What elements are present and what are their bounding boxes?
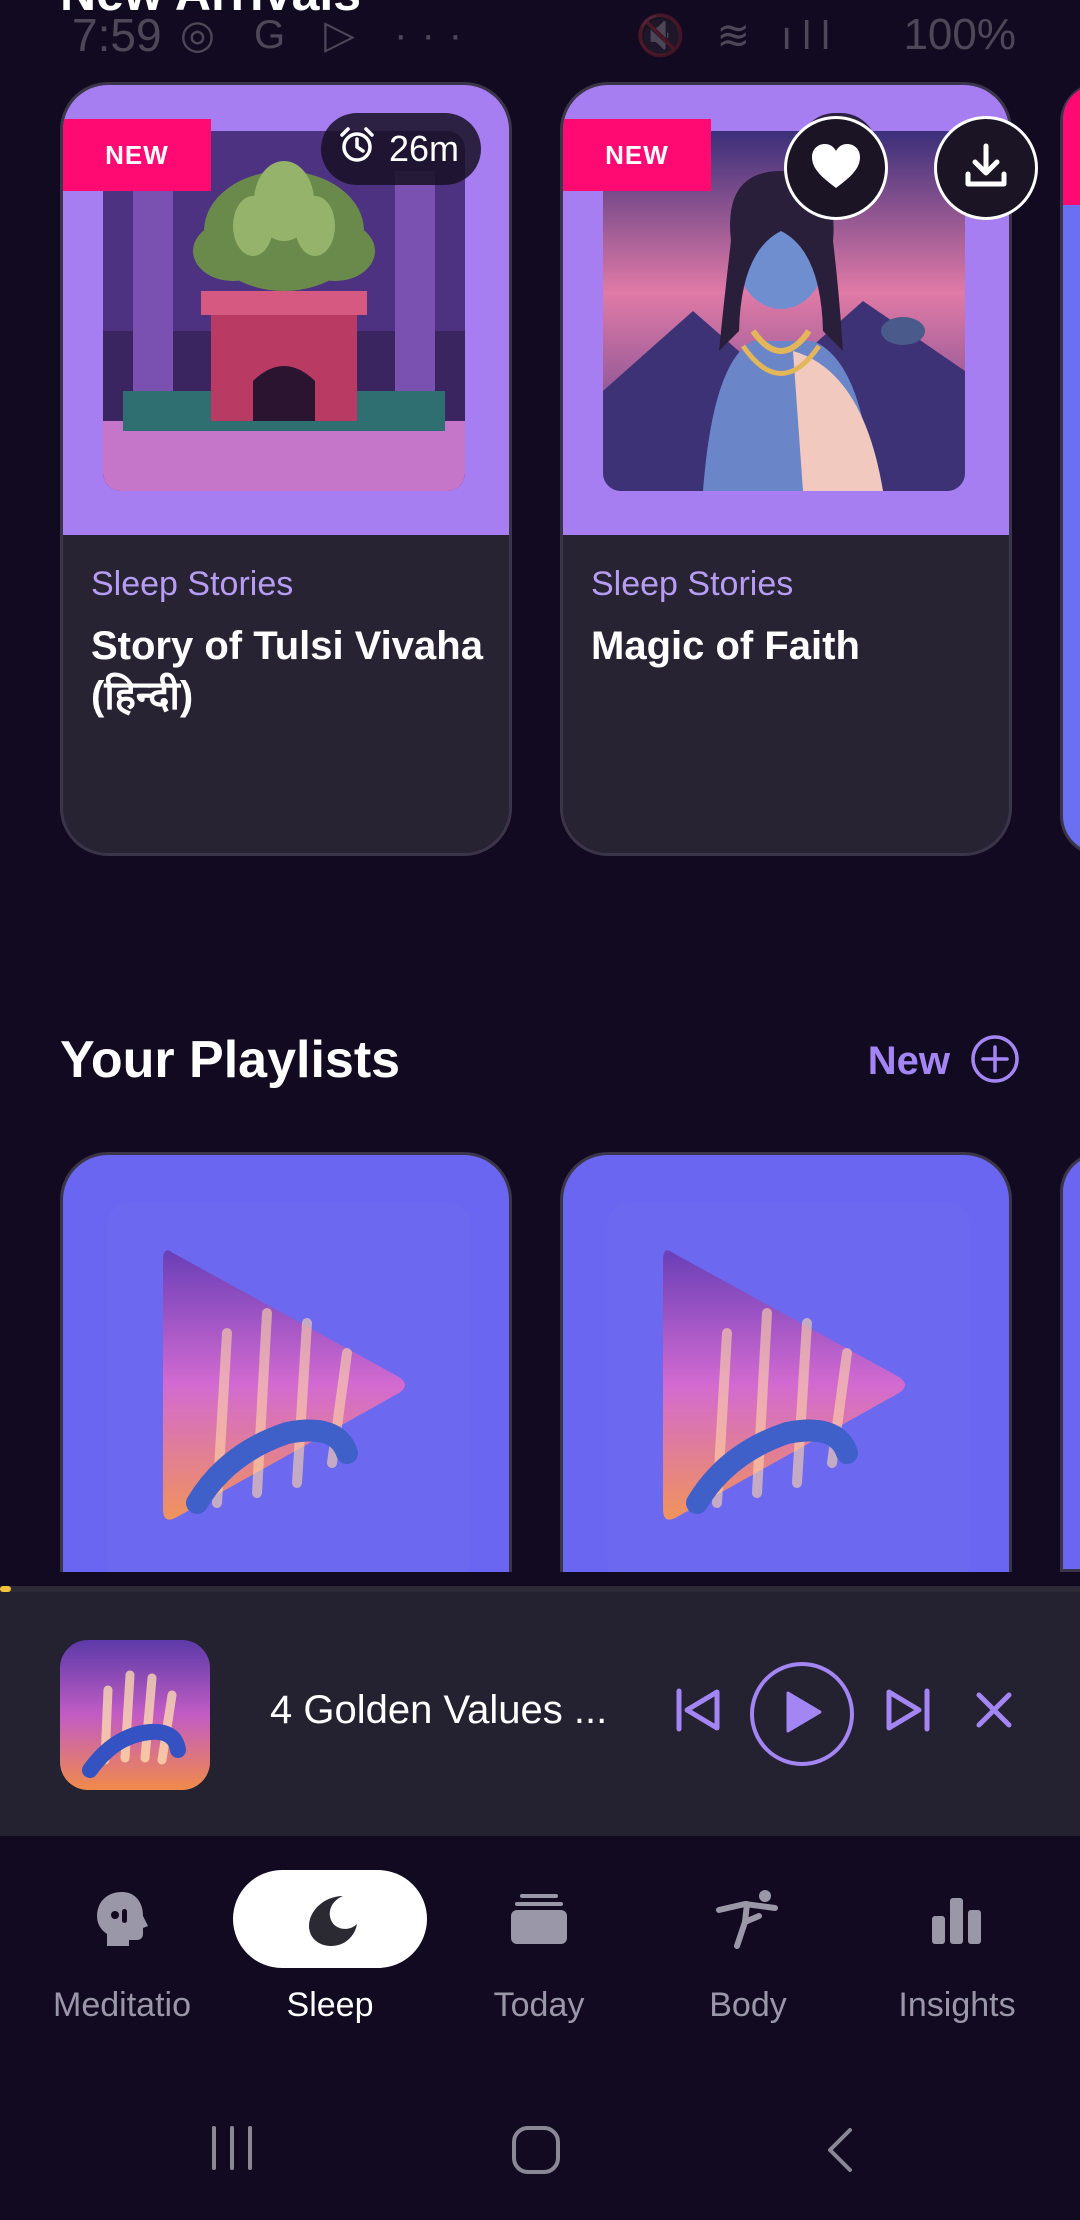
moon-icon: [233, 1870, 427, 1968]
new-playlist-button[interactable]: New: [868, 1034, 1020, 1089]
alarm-clock-icon: [337, 125, 377, 174]
bar-chart-icon: [860, 1870, 1054, 1968]
nav-label: Body: [709, 1986, 787, 2024]
now-playing-artwork: [60, 1640, 210, 1790]
hand-play-image: [107, 1203, 471, 1572]
heart-icon: [810, 142, 862, 195]
close-icon: [974, 1690, 1014, 1735]
status-system-icons: 🔇 ≋ ıll: [635, 14, 840, 58]
nav-item-body[interactable]: Body: [648, 1870, 848, 2050]
duration-text: 26m: [389, 128, 460, 169]
skip-next-icon: [883, 1687, 933, 1738]
now-playing-title: 4 Golden Values ...: [270, 1688, 608, 1732]
system-navigation-bar: [0, 2068, 1080, 2220]
new-playlist-label: New: [867, 1039, 950, 1083]
playlists-title: Your Playlists: [60, 1031, 401, 1089]
card-category: Sleep Stories: [91, 565, 294, 603]
skip-previous-button[interactable]: [670, 1684, 726, 1740]
new-badge: NEW: [63, 119, 211, 191]
next-playlist-peek[interactable]: [1060, 1152, 1080, 1572]
favorite-button[interactable]: [784, 116, 888, 220]
playlist-card[interactable]: [60, 1152, 512, 1572]
battery-level: 100%: [903, 10, 1016, 59]
duration-badge: 26m: [321, 113, 482, 185]
nav-item-sleep[interactable]: Sleep: [230, 1870, 430, 2050]
close-player-button[interactable]: [966, 1684, 1022, 1740]
nav-label: Meditatio: [53, 1986, 191, 2024]
back-button[interactable]: [820, 2124, 860, 2181]
mini-player[interactable]: 4 Golden Values ...: [0, 1592, 1080, 1836]
home-button[interactable]: [510, 2124, 562, 2181]
nav-label: Sleep: [286, 1986, 374, 2024]
meditation-head-icon: [25, 1870, 219, 1968]
back-icon: [820, 2128, 860, 2180]
status-notification-icons: ◎ G ▷ ···: [180, 13, 477, 57]
download-button[interactable]: [934, 116, 1038, 220]
download-icon: [962, 142, 1010, 195]
nav-item-insights[interactable]: Insights: [857, 1870, 1057, 2050]
recent-apps-icon: [208, 2126, 258, 2176]
next-card-peek[interactable]: [1060, 82, 1080, 856]
new-arrival-card[interactable]: NEW 26m Sleep Stories Story of Tulsi Viv…: [60, 82, 512, 856]
status-bar: New Arrivals 7:59 ◎ G ▷ ··· 🔇 ≋ ıll 100%: [0, 0, 1080, 70]
nav-item-today[interactable]: Today: [439, 1870, 639, 2050]
nav-item-meditation[interactable]: Meditatio: [22, 1870, 222, 2050]
playlist-card[interactable]: [560, 1152, 1012, 1572]
skip-next-button[interactable]: [880, 1684, 936, 1740]
today-stack-icon: [442, 1870, 636, 1968]
yoga-pose-icon: [651, 1870, 845, 1968]
new-badge: NEW: [563, 119, 711, 191]
play-icon: [778, 1688, 826, 1741]
play-button[interactable]: [750, 1662, 854, 1766]
card-title: Story of Tulsi Vivaha (हिन्दी): [91, 624, 483, 718]
card-category: Sleep Stories: [591, 565, 794, 603]
hand-play-image: [607, 1203, 971, 1572]
skip-previous-icon: [673, 1687, 723, 1738]
card-title: Magic of Faith: [591, 624, 860, 668]
status-time: 7:59: [72, 9, 162, 61]
plus-circle-icon: [970, 1034, 1020, 1089]
recent-apps-button[interactable]: [208, 2124, 258, 2177]
nav-label: Insights: [898, 1986, 1016, 2024]
home-icon: [510, 2126, 562, 2180]
nav-label: Today: [493, 1986, 585, 2024]
bottom-navigation: Meditatio Sleep Today Body Insights: [0, 1836, 1080, 2068]
